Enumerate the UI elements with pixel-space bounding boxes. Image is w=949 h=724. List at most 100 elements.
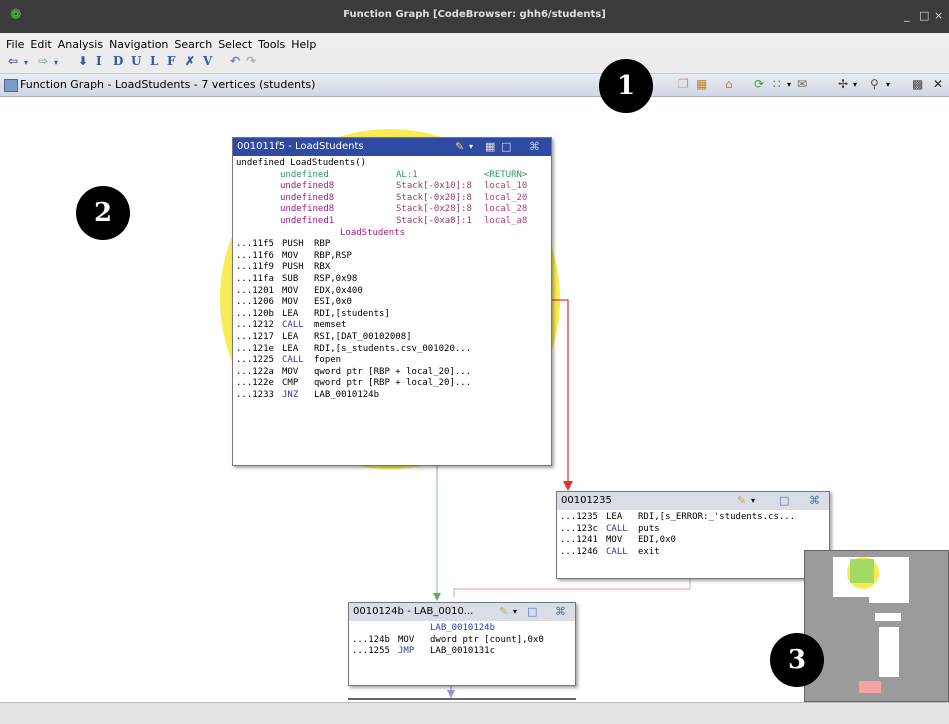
instruction-row[interactable]: ...1255 JMP LAB_0010131c xyxy=(352,646,572,658)
instruction-operands: RBP,RSP xyxy=(314,250,352,261)
instruction-address: ...1225 xyxy=(236,355,274,366)
instruction-address: ...122a xyxy=(236,366,274,377)
instruction-mnemonic: PUSH xyxy=(282,239,304,250)
instruction-address: ...121e xyxy=(236,343,274,354)
instruction-row[interactable]: ...124b MOV dword ptr [count],0x0 xyxy=(352,635,572,647)
block-title: 001011f5 - LoadStudents xyxy=(237,141,364,152)
group-icon[interactable]: ⌘ xyxy=(809,494,820,507)
instruction-address: ...122e xyxy=(236,378,274,389)
instruction-row[interactable]: ...11fa SUB RSP,0x98 xyxy=(236,274,548,286)
instruction-mnemonic: SUB xyxy=(282,273,299,284)
instruction-address: ...123c xyxy=(560,523,598,534)
function-label: LoadStudents xyxy=(340,227,406,238)
instruction-mnemonic: CALL xyxy=(282,320,304,331)
block-header[interactable]: 00101235 ✎ ▾ □ ⌘ xyxy=(557,492,829,510)
instruction-operands: LAB_0010131c xyxy=(430,646,496,657)
instruction-address: ...1233 xyxy=(236,389,274,400)
instruction-row[interactable]: ...1206 MOV ESI,0x0 xyxy=(236,297,548,309)
instruction-mnemonic: MOV xyxy=(282,297,299,308)
instruction-mnemonic: LEA xyxy=(282,308,299,319)
instruction-row[interactable]: ...11f6 MOV RBP,RSP xyxy=(236,251,548,263)
instruction-address: ...1255 xyxy=(352,646,390,657)
instruction-mnemonic: CALL xyxy=(606,523,628,534)
instruction-address: ...1206 xyxy=(236,297,274,308)
full-view-icon[interactable]: ▦ xyxy=(485,140,495,153)
instruction-operands: RBX xyxy=(314,262,331,273)
instruction-row[interactable]: ...11f9 PUSH RBX xyxy=(236,262,548,274)
instruction-mnemonic: MOV xyxy=(606,535,623,546)
instruction-row[interactable]: ...1246 CALL exit xyxy=(560,547,826,559)
instruction-mnemonic: JNZ xyxy=(282,389,299,400)
satellite-view[interactable] xyxy=(804,550,949,702)
callout-2: 2 xyxy=(76,186,130,240)
instruction-row[interactable]: ...11f5 PUSH RBP xyxy=(236,239,548,251)
edit-label-icon[interactable]: ✎ xyxy=(455,140,464,153)
callout-1: 1 xyxy=(599,59,653,113)
instruction-address: ...11f9 xyxy=(236,262,274,273)
instruction-operands: qword ptr [RBP + local_20]... xyxy=(314,366,472,377)
instruction-row[interactable]: ...1225 CALL fopen xyxy=(236,355,548,367)
block-title: 00101235 xyxy=(561,495,612,506)
instruction-row[interactable]: ...1217 LEA RSI,[DAT_00102008] xyxy=(236,332,548,344)
param-row: undefined1 Stack[-0xa8]:1 local_a8 xyxy=(280,215,528,226)
instruction-address: ...11fa xyxy=(236,273,274,284)
group-icon[interactable]: ⌘ xyxy=(529,140,540,153)
instruction-address: ...1246 xyxy=(560,546,598,557)
restore-icon[interactable]: □ xyxy=(779,494,789,507)
instruction-mnemonic: MOV xyxy=(398,634,415,645)
dropdown-arrow-icon[interactable]: ▾ xyxy=(751,496,755,505)
instruction-address: ...1235 xyxy=(560,512,598,522)
instruction-operands: RDI,[s_ERROR:_'students.cs... xyxy=(638,512,796,522)
block-header[interactable]: 001011f5 - LoadStudents ✎ ▾ ▦ □ ⌘ xyxy=(233,138,551,156)
dropdown-arrow-icon[interactable]: ▾ xyxy=(513,607,517,616)
instruction-row[interactable]: ...122e CMP qword ptr [RBP + local_20]... xyxy=(236,378,548,390)
instruction-address: ...1241 xyxy=(560,535,598,546)
minimap-block xyxy=(875,613,901,621)
instruction-row[interactable]: ...1235 LEA RDI,[s_ERROR:_'students.cs... xyxy=(560,512,826,524)
instruction-operands: exit xyxy=(638,546,660,557)
minimap-block xyxy=(879,627,899,677)
edit-label-icon[interactable]: ✎ xyxy=(737,494,746,507)
param-row: undefined8 Stack[-0x28]:8 local_28 xyxy=(280,204,528,215)
code-block-00101235[interactable]: 00101235 ✎ ▾ □ ⌘ ...1235 LEA RDI,[s_ERROR:… xyxy=(556,491,830,579)
instruction-row[interactable]: ...122a MOV qword ptr [RBP + local_20]... xyxy=(236,367,548,379)
instruction-address: ...11f5 xyxy=(236,239,274,250)
instruction-row[interactable]: ...120b LEA RDI,[students] xyxy=(236,309,548,321)
instruction-row[interactable]: ...1241 MOV EDI,0x0 xyxy=(560,535,826,547)
callout-3: 3 xyxy=(770,633,824,687)
instruction-address: ...1201 xyxy=(236,285,274,296)
code-block-0010124b[interactable]: 0010124b - LAB_0010... ✎ ▾ □ ⌘ LAB_00101… xyxy=(348,602,576,686)
dropdown-arrow-icon[interactable]: ▾ xyxy=(469,142,473,151)
instruction-mnemonic: MOV xyxy=(282,366,299,377)
instruction-operands: RDI,[students] xyxy=(314,308,390,319)
instruction-row[interactable]: ...121e LEA RDI,[s_students.csv_001020... xyxy=(236,344,548,356)
param-row: undefined AL:1 <RETURN> xyxy=(280,169,528,180)
edge-exit-branch xyxy=(453,579,691,597)
instruction-mnemonic: MOV xyxy=(282,250,299,261)
instruction-mnemonic: JMP xyxy=(398,646,415,657)
instruction-operands: dword ptr [count],0x0 xyxy=(430,634,544,645)
block-header[interactable]: 0010124b - LAB_0010... ✎ ▾ □ ⌘ xyxy=(349,603,575,621)
instruction-operands: EDX,0x400 xyxy=(314,285,363,296)
code-block-loadstudents[interactable]: 001011f5 - LoadStudents ✎ ▾ ▦ □ ⌘ undefi… xyxy=(232,137,552,466)
instruction-mnemonic: LEA xyxy=(606,512,623,522)
param-row: undefined8 Stack[-0x10]:8 local_10 xyxy=(280,181,528,192)
block-title: 0010124b - LAB_0010... xyxy=(353,606,474,617)
instruction-row[interactable]: ...1212 CALL memset xyxy=(236,320,548,332)
instruction-operands: fopen xyxy=(314,355,342,366)
function-signature: undefined LoadStudents() xyxy=(236,158,367,168)
param-row: undefined8 Stack[-0x20]:8 local_20 xyxy=(280,192,528,203)
instruction-row[interactable]: ...123c CALL puts xyxy=(560,524,826,536)
group-icon[interactable]: ⌘ xyxy=(555,605,566,618)
instruction-row[interactable]: ...1201 MOV EDX,0x400 xyxy=(236,286,548,298)
instruction-mnemonic: CALL xyxy=(606,546,628,557)
restore-icon[interactable]: □ xyxy=(527,605,537,618)
instruction-address: ...11f6 xyxy=(236,250,274,261)
edit-label-icon[interactable]: ✎ xyxy=(499,605,508,618)
edge-true-arrowhead xyxy=(563,481,573,491)
instruction-operands: ESI,0x0 xyxy=(314,297,352,308)
instruction-mnemonic: CMP xyxy=(282,378,299,389)
instruction-mnemonic: CALL xyxy=(282,355,304,366)
restore-icon[interactable]: □ xyxy=(501,140,511,153)
instruction-row[interactable]: ...1233 JNZ LAB_0010124b xyxy=(236,390,548,402)
